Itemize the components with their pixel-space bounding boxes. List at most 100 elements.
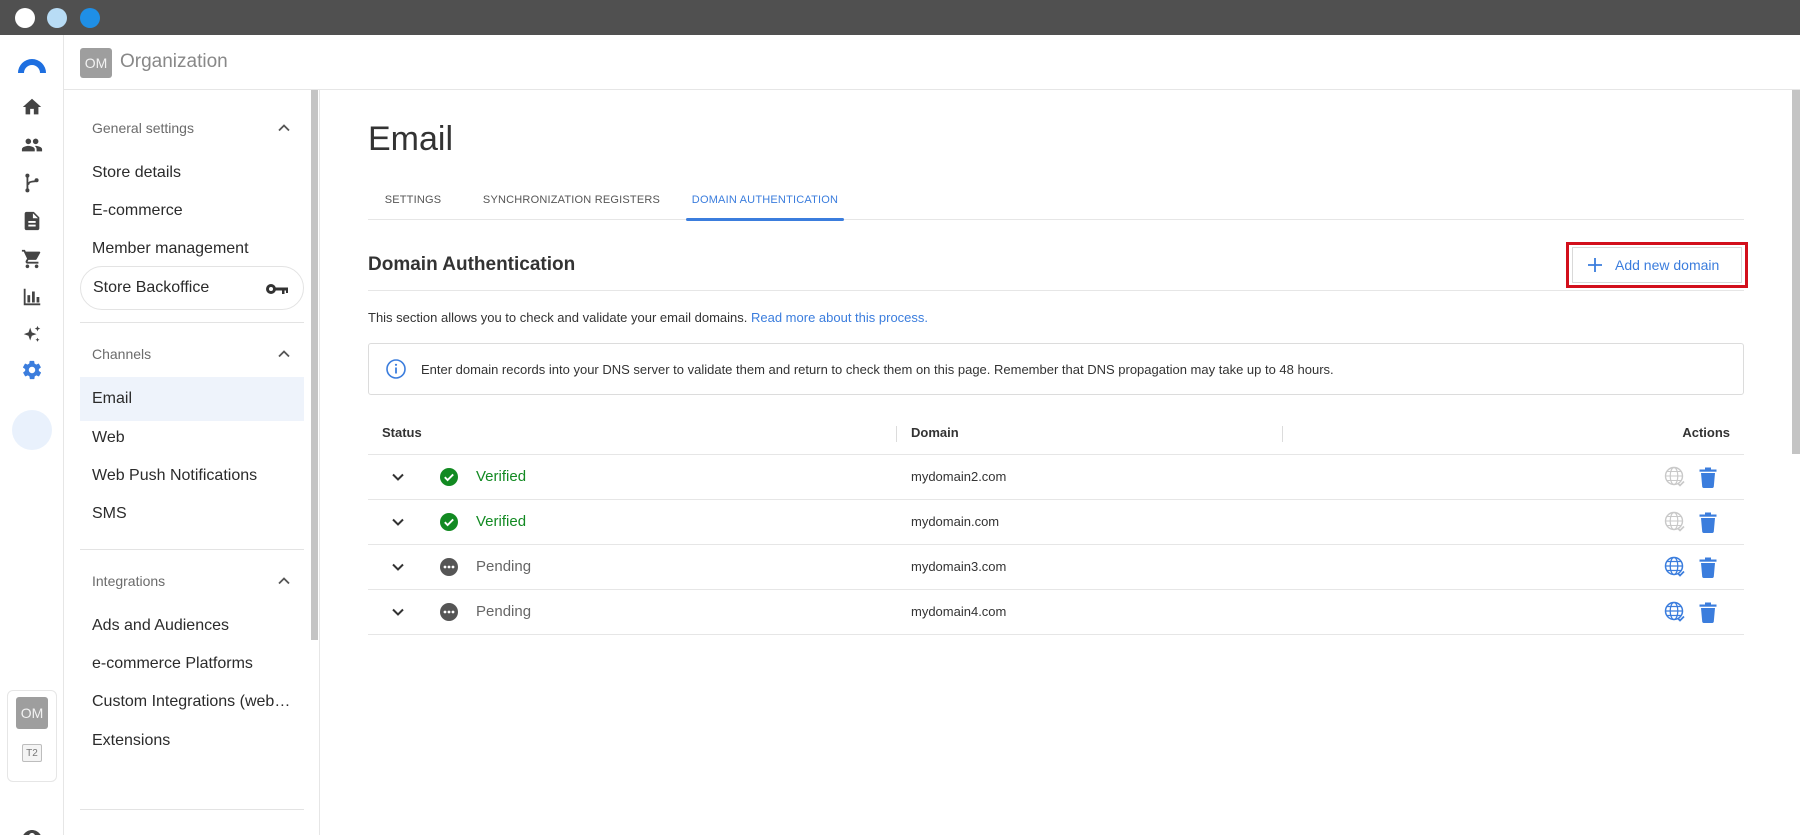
sidebar-section-label: General settings: [92, 120, 194, 136]
status-text: Pending: [476, 603, 532, 620]
sidebar-item-label: Extensions: [92, 732, 171, 749]
org-name[interactable]: Organization: [120, 51, 228, 73]
globe-check-icon[interactable]: [1664, 466, 1686, 488]
tab-synchronization-registers[interactable]: SYNCHRONIZATION REGISTERS: [474, 180, 669, 220]
tab-bar: SETTINGS SYNCHRONIZATION REGISTERS DOMAI…: [368, 180, 1744, 221]
sidebar-item-label: e-commerce Platforms: [92, 655, 253, 672]
table-header: Status Domain Actions: [368, 413, 1744, 455]
chevron-down-icon[interactable]: [390, 469, 406, 485]
sidebar-section-general-settings[interactable]: General settings: [80, 110, 304, 146]
main-scrollbar[interactable]: [1792, 90, 1800, 454]
plus-icon: [1588, 258, 1602, 272]
domain-text: mydomain4.com: [911, 604, 1007, 619]
sidebar-item-member-management[interactable]: Member management: [80, 227, 304, 271]
window-close-button[interactable]: [15, 8, 35, 28]
info-banner: Enter domain records into your DNS serve…: [368, 343, 1744, 395]
sidebar-section-label: Integrations: [92, 573, 166, 589]
tab-active-indicator: [686, 218, 844, 221]
avatar[interactable]: OM: [16, 697, 48, 729]
add-new-domain-button[interactable]: Add new domain: [1572, 247, 1742, 283]
trash-icon[interactable]: [1698, 602, 1718, 623]
status-text: Pending: [476, 558, 532, 575]
check-circle-icon: [440, 468, 458, 486]
document-icon[interactable]: [20, 209, 44, 233]
sidebar-item-label: E-commerce: [92, 202, 183, 219]
sidebar-item-label: Store Backoffice: [93, 279, 210, 296]
info-text: Enter domain records into your DNS serve…: [421, 361, 1334, 377]
trash-icon[interactable]: [1698, 512, 1718, 533]
window-maximize-button[interactable]: [80, 8, 100, 28]
sidebar-item-custom-integrations[interactable]: Custom Integrations (webh…: [80, 680, 304, 724]
status-text: Verified: [476, 468, 527, 485]
read-more-link[interactable]: Read more about this process.: [751, 310, 928, 325]
cart-icon[interactable]: [20, 247, 44, 271]
key-icon: [266, 284, 288, 294]
column-header-status[interactable]: Status: [382, 425, 422, 440]
info-icon: [386, 359, 406, 379]
chevron-up-icon[interactable]: [276, 120, 292, 136]
column-separator: [1282, 426, 1283, 442]
chevron-down-icon[interactable]: [390, 514, 406, 530]
chevron-up-icon[interactable]: [276, 573, 292, 589]
sidebar-scrollbar[interactable]: [311, 90, 318, 640]
page-title: Email: [368, 120, 454, 158]
sidebar-divider: [80, 549, 304, 550]
pending-icon: [440, 603, 458, 621]
org-avatar[interactable]: OM: [80, 48, 112, 78]
sparkle-icon[interactable]: [20, 323, 44, 347]
people-icon[interactable]: [20, 133, 44, 157]
section-description: This section allows you to check and val…: [368, 310, 928, 325]
globe-check-icon[interactable]: [1664, 511, 1686, 533]
chevron-down-icon[interactable]: [390, 559, 406, 575]
sidebar-item-label: Custom Integrations (webh…: [92, 693, 292, 710]
sidebar-item-label: Web Push Notifications: [92, 467, 258, 484]
column-header-actions: Actions: [1682, 425, 1730, 440]
sidebar-section-label: Channels: [92, 346, 152, 362]
home-icon[interactable]: [20, 95, 44, 119]
tab-domain-authentication[interactable]: DOMAIN AUTHENTICATION: [686, 180, 844, 221]
domain-text: mydomain3.com: [911, 559, 1007, 574]
chevron-down-icon[interactable]: [390, 604, 406, 620]
column-separator: [896, 426, 897, 442]
workspace-badge[interactable]: T2: [22, 744, 42, 762]
window-titlebar: [0, 0, 1800, 35]
check-circle-icon: [440, 513, 458, 531]
tab-settings[interactable]: SETTINGS: [368, 180, 458, 220]
sidebar-item-extensions[interactable]: Extensions: [80, 719, 304, 763]
globe-check-icon[interactable]: [1664, 601, 1686, 623]
flow-icon[interactable]: [20, 171, 44, 195]
table-row[interactable]: Verified mydomain.com: [368, 500, 1744, 545]
section-divider: [368, 290, 1744, 291]
sidebar-divider: [80, 322, 304, 323]
globe-check-icon[interactable]: [1664, 556, 1686, 578]
window-minimize-button[interactable]: [47, 8, 67, 28]
sidebar-section-channels[interactable]: Channels: [80, 336, 304, 372]
logo-icon[interactable]: [16, 53, 48, 75]
section-title: Domain Authentication: [368, 254, 576, 275]
status-text: Verified: [476, 513, 527, 530]
main-content: Email SETTINGS SYNCHRONIZATION REGISTERS…: [320, 90, 1800, 835]
sidebar-section-integrations[interactable]: Integrations: [80, 563, 304, 599]
domain-text: mydomain2.com: [911, 469, 1007, 484]
sidebar-item-store-backoffice[interactable]: Store Backoffice: [80, 266, 304, 310]
account-icon[interactable]: [20, 828, 44, 835]
trash-icon[interactable]: [1698, 557, 1718, 578]
table-row[interactable]: Verified mydomain2.com: [368, 455, 1744, 500]
column-header-domain[interactable]: Domain: [911, 425, 959, 440]
sidebar-item-email[interactable]: Email: [80, 377, 304, 421]
pending-icon: [440, 558, 458, 576]
chart-icon[interactable]: [20, 285, 44, 309]
tab-label: DOMAIN AUTHENTICATION: [691, 194, 839, 206]
domain-text: mydomain.com: [911, 514, 1000, 529]
sidebar-item-sms[interactable]: SMS: [80, 492, 304, 536]
gear-icon[interactable]: [20, 358, 44, 382]
rail-active-indicator: [12, 410, 52, 450]
add-new-domain-label: Add new domain: [1615, 257, 1720, 273]
table-row[interactable]: Pending mydomain4.com: [368, 590, 1744, 635]
tab-label: SYNCHRONIZATION REGISTERS: [482, 194, 661, 206]
trash-icon[interactable]: [1698, 467, 1718, 488]
chevron-up-icon[interactable]: [276, 346, 292, 362]
table-row[interactable]: Pending mydomain3.com: [368, 545, 1744, 590]
sidebar-item-label: Web: [92, 429, 125, 446]
sidebar-divider: [80, 809, 304, 810]
